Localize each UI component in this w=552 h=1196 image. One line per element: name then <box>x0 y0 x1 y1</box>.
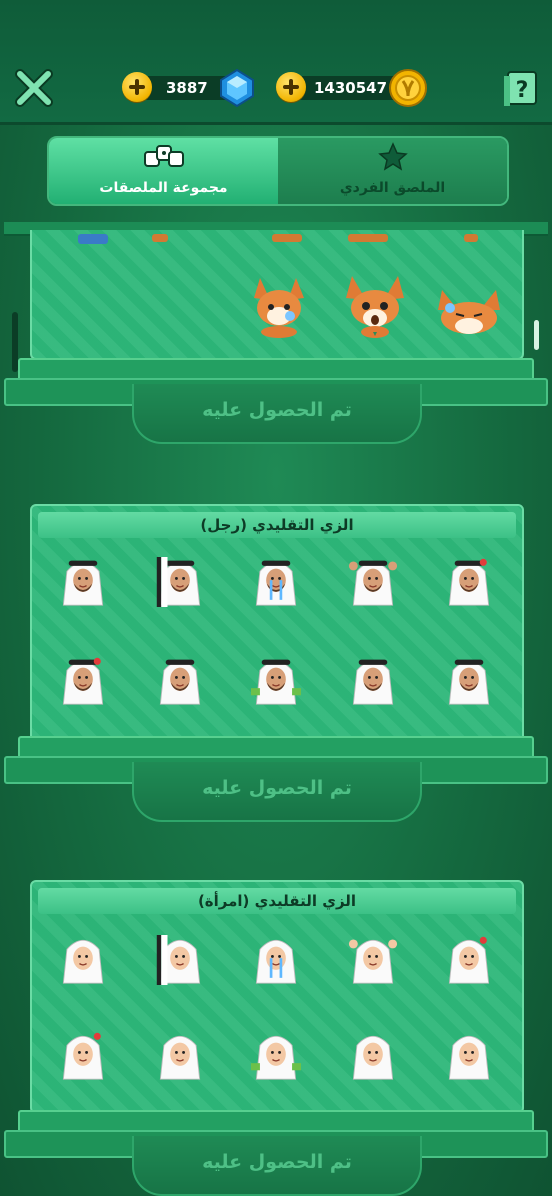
svg-text:?: ? <box>516 78 529 103</box>
sticker-fox-shocked[interactable] <box>342 272 408 338</box>
sticker-woman-angry[interactable] <box>58 1026 108 1086</box>
sticker-man-money[interactable] <box>251 651 301 711</box>
close-button[interactable] <box>14 68 54 108</box>
tab-sticker-group[interactable]: مجموعة الملصقات <box>49 138 278 204</box>
sticker-woman-pleading[interactable] <box>155 1026 205 1086</box>
top-bar: 3887 1430547 ? <box>0 0 552 125</box>
gem-count: 3887 <box>166 79 208 97</box>
sticker-man-smiling[interactable] <box>155 651 205 711</box>
sticker-man-crying[interactable] <box>251 552 301 612</box>
sticker-woman-money[interactable] <box>251 1026 301 1086</box>
help-icon: ? <box>504 71 537 106</box>
sticker-group-icon <box>144 145 184 167</box>
star-icon <box>378 142 408 171</box>
sticker-woman-cheering[interactable] <box>348 930 398 990</box>
status-banner: تم الحصول عليه <box>132 762 422 822</box>
sticker-woman-winking[interactable] <box>444 1026 494 1086</box>
status-banner: تم الحصول عليه <box>132 1136 422 1196</box>
sticker-woman-humming[interactable] <box>58 930 108 990</box>
gem-counter: 3887 <box>122 68 257 108</box>
sticker-fox-embarrassed[interactable] <box>246 272 312 338</box>
sticker-woman-shrugging[interactable] <box>348 1026 398 1086</box>
sticker-woman-peeking[interactable] <box>155 930 205 990</box>
sticker-fox-crying[interactable] <box>436 280 502 346</box>
sticker-man-cheering[interactable] <box>348 552 398 612</box>
sticker-man-angry-talking[interactable] <box>444 552 494 612</box>
pack-title: الزي التقليدي (رجل) <box>38 512 516 538</box>
tab-label: مجموعة الملصقات <box>99 180 228 196</box>
help-button[interactable]: ? <box>502 70 538 108</box>
add-coins-button[interactable] <box>276 72 306 102</box>
sticker-man-humming[interactable] <box>58 552 108 612</box>
sticker-woman-sulking[interactable] <box>444 930 494 990</box>
sticker-man-winking[interactable] <box>444 651 494 711</box>
add-gems-button[interactable] <box>122 72 152 102</box>
coin-count: 1430547 <box>314 79 388 97</box>
coin-icon <box>389 69 427 107</box>
tab-bar: مجموعة الملصقات الملصق الفردي <box>47 136 509 206</box>
sticker-man-peeking[interactable] <box>155 552 205 612</box>
tab-label: الملصق الفردي <box>339 180 446 196</box>
tab-single-sticker[interactable]: الملصق الفردي <box>278 138 507 204</box>
pack-title: الزي التقليدي (امرأة) <box>38 888 516 914</box>
sticker-man-shrugging[interactable] <box>348 651 398 711</box>
status-banner: تم الحصول عليه <box>132 384 422 444</box>
sticker-man-furious[interactable] <box>58 651 108 711</box>
close-icon <box>15 69 53 107</box>
gem-icon <box>220 68 254 108</box>
sticker-woman-crying[interactable] <box>251 930 301 990</box>
coin-counter: 1430547 <box>276 69 431 107</box>
